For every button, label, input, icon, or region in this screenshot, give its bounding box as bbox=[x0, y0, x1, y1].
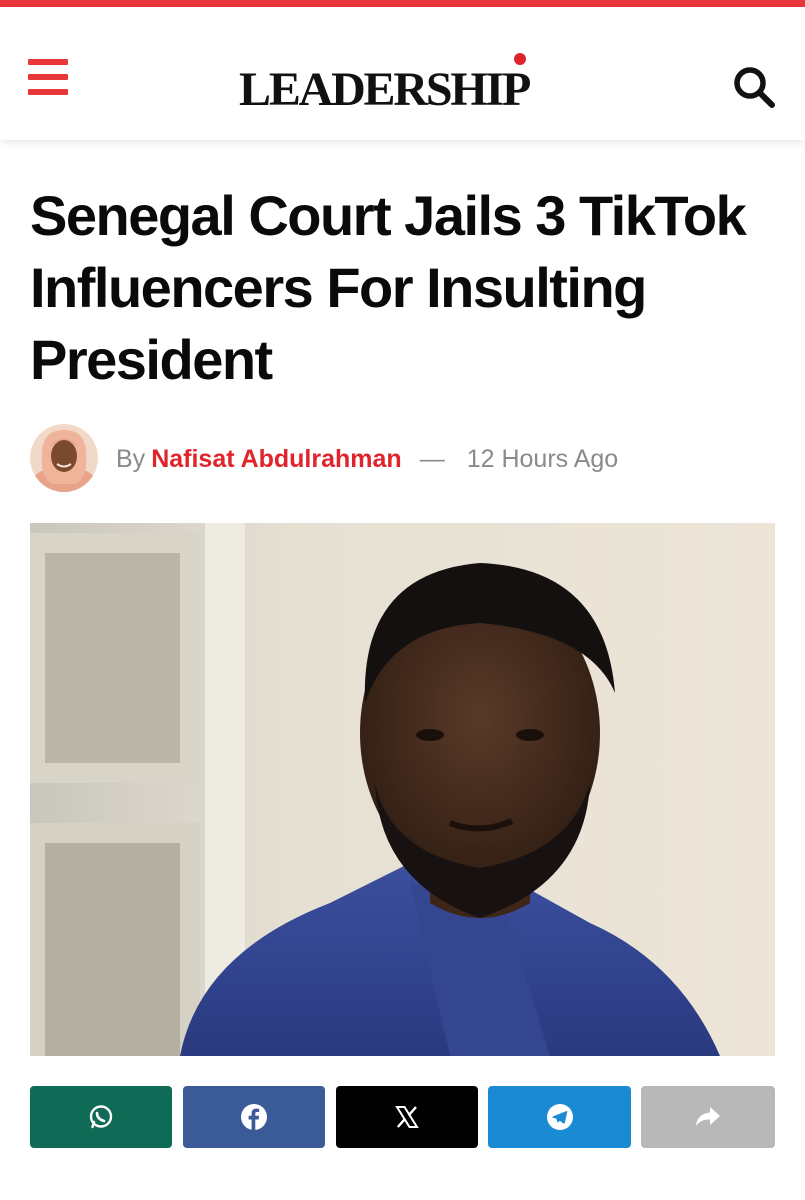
top-accent-bar bbox=[0, 0, 805, 7]
share-arrow-icon bbox=[696, 1107, 720, 1126]
share-telegram-button[interactable] bbox=[488, 1086, 631, 1148]
search-button[interactable] bbox=[730, 63, 778, 111]
whatsapp-icon bbox=[89, 1105, 113, 1129]
share-whatsapp-button[interactable] bbox=[30, 1086, 172, 1148]
share-facebook-button[interactable] bbox=[183, 1086, 325, 1148]
logo-dot bbox=[514, 53, 526, 65]
site-logo[interactable]: LEADERSHIP bbox=[239, 62, 531, 118]
share-x-button[interactable] bbox=[336, 1086, 478, 1148]
search-icon bbox=[734, 67, 775, 108]
publish-time: 12 Hours Ago bbox=[466, 445, 619, 473]
meta-separator: — bbox=[419, 445, 445, 473]
facebook-icon bbox=[241, 1104, 267, 1130]
author-avatar[interactable] bbox=[30, 424, 98, 492]
share-buttons bbox=[30, 1086, 775, 1148]
telegram-icon bbox=[546, 1104, 573, 1130]
featured-image bbox=[30, 523, 775, 1056]
site-header: LEADERSHIP bbox=[0, 7, 805, 140]
author-link[interactable]: Nafisat Abdulrahman bbox=[151, 445, 402, 473]
menu-icon-bar bbox=[28, 74, 68, 80]
article-title: Senegal Court Jails 3 TikTok Influencers… bbox=[30, 184, 747, 391]
share-more-button[interactable] bbox=[641, 1086, 775, 1148]
x-icon bbox=[395, 1106, 419, 1128]
article-meta: By Nafisat Abdulrahman — 12 Hours Ago bbox=[30, 424, 775, 492]
menu-icon bbox=[28, 59, 68, 65]
byline: By Nafisat Abdulrahman — 12 Hours Ago bbox=[116, 444, 618, 474]
menu-icon-bar bbox=[28, 89, 68, 95]
menu-button[interactable] bbox=[28, 59, 70, 97]
by-label: By bbox=[116, 445, 146, 473]
